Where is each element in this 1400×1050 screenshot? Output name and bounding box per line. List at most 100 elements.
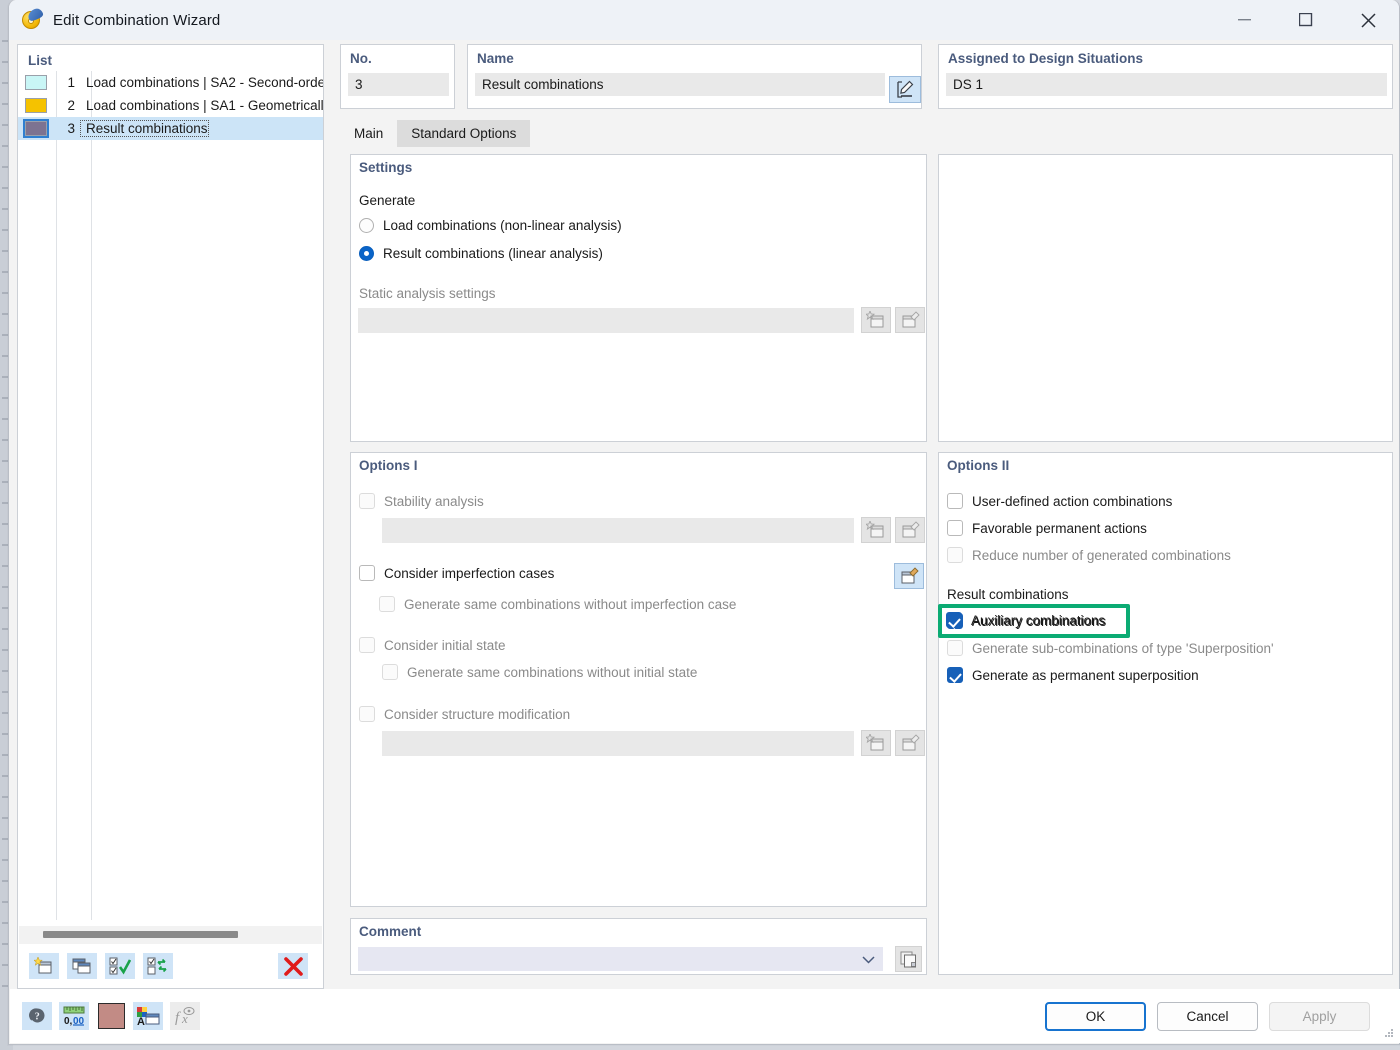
list-item-color-swatch	[25, 75, 47, 90]
static-analysis-input[interactable]	[358, 308, 854, 333]
generate-label: Generate	[359, 193, 416, 208]
help-icon[interactable]: ?	[22, 1002, 52, 1030]
copy-comment-icon[interactable]	[895, 946, 922, 972]
radio-result-combinations[interactable]: Result combinations (linear analysis)	[359, 246, 603, 261]
tab-standard-options[interactable]: Standard Options	[397, 120, 531, 147]
list-horizontal-scrollbar[interactable]	[19, 926, 322, 944]
checkbox-reduce-number-of-generated-combinations-label: Reduce number of generated combinations	[972, 547, 1231, 563]
color-swatch-icon[interactable]	[96, 1002, 126, 1030]
dialog-window: Edit Combination Wizard List 1 Load comb…	[8, 0, 1400, 1045]
list-rows-container[interactable]: 1 Load combinations | SA2 - Second-order…	[18, 71, 323, 920]
tab-bar: Main Standard Options	[340, 120, 1393, 147]
checkbox-consider-imperfection-cases[interactable]: Consider imperfection cases	[359, 565, 554, 581]
minimize-icon[interactable]	[1213, 0, 1275, 40]
list-item-selected[interactable]: 3 Result combinations	[18, 117, 323, 140]
checkbox-generate-as-permanent-superposition-label: Generate as permanent superposition	[972, 667, 1199, 683]
tab-main[interactable]: Main	[340, 120, 398, 147]
checkbox-indicator	[359, 706, 375, 722]
comment-combobox[interactable]	[358, 947, 883, 971]
checkbox-indicator	[379, 596, 395, 612]
svg-text:0,: 0,	[64, 1016, 73, 1026]
units-icon[interactable]: 0, 00	[59, 1002, 89, 1030]
list-item-color-swatch	[25, 98, 47, 113]
checkbox-favorable-permanent-actions[interactable]: Favorable permanent actions	[947, 520, 1147, 536]
options-i-panel: Options I Stability analysis Consider im	[350, 452, 927, 907]
cancel-button[interactable]: Cancel	[1157, 1001, 1258, 1031]
close-icon[interactable]	[1337, 0, 1399, 40]
checkbox-consider-structure-modification[interactable]: Consider structure modification	[359, 706, 570, 722]
design-situations-label: Assigned to Design Situations	[948, 51, 1144, 66]
new-static-analysis-icon[interactable]	[861, 307, 891, 333]
checkbox-auxiliary-combinations-label-overlay: Auxiliary combinations	[971, 612, 1106, 628]
number-field-group: No. 3	[340, 44, 455, 109]
radio-indicator	[359, 218, 374, 233]
radio-load-combinations[interactable]: Load combinations (non-linear analysis)	[359, 218, 622, 233]
checkbox-generate-same-without-initial-state[interactable]: Generate same combinations without initi…	[382, 664, 697, 680]
checkbox-auxiliary-combinations-overlay[interactable]: Auxiliary combinations	[946, 612, 1105, 628]
checkbox-indicator	[947, 520, 963, 536]
list-item[interactable]: 1 Load combinations | SA2 - Second-order…	[18, 71, 323, 94]
status-bar-icons: ? 0, 00 A f x	[22, 1002, 200, 1030]
display-properties-icon[interactable]: A	[133, 1002, 163, 1030]
checkbox-generate-same-without-initial-state-label: Generate same combinations without initi…	[407, 664, 698, 680]
select-all-button[interactable]	[105, 953, 135, 979]
ok-button[interactable]: OK	[1045, 1001, 1146, 1031]
checkbox-indicator	[359, 637, 375, 653]
name-input[interactable]: Result combinations	[475, 73, 885, 96]
new-stability-case-icon[interactable]	[861, 517, 891, 543]
checkbox-user-defined-action-combinations-label: User-defined action combinations	[972, 493, 1173, 509]
svg-text:f: f	[175, 1010, 181, 1026]
number-input[interactable]: 3	[348, 73, 449, 96]
checkbox-favorable-permanent-actions-label: Favorable permanent actions	[972, 520, 1147, 536]
stability-analysis-input[interactable]	[382, 518, 854, 543]
static-analysis-label: Static analysis settings	[359, 286, 496, 301]
invert-selection-button[interactable]	[143, 953, 173, 979]
checkbox-generate-sub-combinations-superposition[interactable]: Generate sub-combinations of type 'Super…	[947, 640, 1274, 656]
edit-static-analysis-icon[interactable]	[895, 307, 925, 333]
radio-result-combinations-label: Result combinations (linear analysis)	[383, 246, 603, 261]
resize-grip[interactable]	[1383, 1027, 1395, 1039]
scrollbar-thumb[interactable]	[43, 931, 238, 938]
copy-combination-button[interactable]	[67, 953, 97, 979]
window-title: Edit Combination Wizard	[53, 11, 221, 29]
checkbox-consider-initial-state[interactable]: Consider initial state	[359, 637, 506, 653]
checkbox-generate-same-without-imperfection[interactable]: Generate same combinations without imper…	[379, 596, 736, 612]
options-ii-panel: Options II User-defined action combinati…	[938, 452, 1393, 975]
edit-imperfection-case-icon[interactable]	[894, 563, 924, 589]
edit-stability-case-icon[interactable]	[895, 517, 925, 543]
list-item[interactable]: 2 Load combinations | SA1 - Geometricall…	[18, 94, 323, 117]
options-ii-title: Options II	[947, 458, 1010, 473]
list-item-label: Load combinations | SA2 - Second-order (…	[86, 75, 323, 90]
radio-indicator	[359, 246, 374, 261]
design-situations-value[interactable]: DS 1	[946, 73, 1387, 96]
chevron-down-icon[interactable]	[862, 952, 875, 967]
options-i-title: Options I	[359, 458, 418, 473]
structure-modification-input[interactable]	[382, 731, 854, 756]
edit-name-icon[interactable]	[889, 76, 921, 103]
window-controls	[1213, 0, 1399, 40]
settings-panel: Settings Generate Load combinations (non…	[350, 154, 927, 442]
list-item-label: Load combinations | SA1 - Geometrically …	[86, 98, 323, 113]
checkbox-consider-initial-state-label: Consider initial state	[384, 637, 506, 653]
edit-structure-modification-icon[interactable]	[895, 730, 925, 756]
new-structure-modification-icon[interactable]	[861, 730, 891, 756]
number-label: No.	[350, 51, 372, 66]
list-panel: List 1 Load combinations | SA2 - Second-…	[17, 44, 324, 989]
new-combination-button[interactable]	[29, 953, 59, 979]
combination-wizard-icon	[21, 7, 44, 31]
list-toolbar	[19, 945, 322, 987]
delete-combination-button[interactable]	[278, 953, 308, 979]
svg-text:A: A	[137, 1016, 145, 1026]
list-item-color-swatch	[23, 119, 49, 138]
settings-title: Settings	[359, 160, 413, 175]
comment-title: Comment	[359, 924, 422, 939]
checkbox-reduce-number-of-generated-combinations[interactable]: Reduce number of generated combinations	[947, 547, 1231, 563]
column-divider-1	[56, 71, 57, 920]
checkbox-user-defined-action-combinations[interactable]: User-defined action combinations	[947, 493, 1172, 509]
checkbox-generate-as-permanent-superposition[interactable]: Generate as permanent superposition	[947, 667, 1199, 683]
checkbox-stability-analysis[interactable]: Stability analysis	[359, 493, 484, 509]
name-field-group: Name Result combinations	[467, 44, 922, 109]
maximize-icon[interactable]	[1275, 0, 1337, 40]
list-item-number: 2	[67, 98, 75, 113]
design-situations-field-group: Assigned to Design Situations DS 1	[938, 44, 1393, 109]
